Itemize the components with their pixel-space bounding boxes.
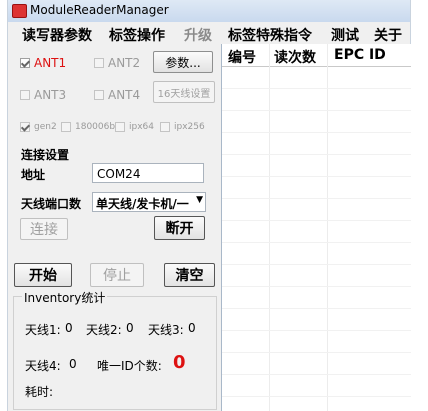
column-divider [269, 44, 270, 411]
ipx256-label: ipx256 [174, 122, 205, 132]
address-input[interactable]: COM24 [92, 163, 204, 183]
address-label: 地址 [21, 168, 46, 182]
disconnect-button[interactable]: 断开 [154, 216, 205, 240]
row-divider [222, 374, 411, 375]
checkbox-box[interactable] [94, 90, 104, 100]
row-divider [222, 396, 411, 397]
ipx64-checkbox[interactable]: ipx64 [115, 122, 154, 132]
checkbox-box[interactable] [61, 122, 71, 132]
ipx64-label: ipx64 [129, 122, 154, 132]
ipx256-checkbox[interactable]: ipx256 [160, 122, 205, 132]
menu-bar: 读写器参数 标签操作 升级 标签特殊指令 测试 关于 [8, 22, 410, 44]
ant16-settings-button[interactable]: 16天线设置 [153, 81, 215, 103]
window-title: ModuleReaderManager [30, 3, 169, 17]
ant4-label: ANT4 [108, 88, 141, 102]
checkbox-box[interactable] [94, 58, 104, 68]
row-divider [222, 176, 411, 177]
ant2-label: ANT2 [108, 56, 141, 70]
checkbox-box[interactable] [20, 58, 30, 68]
checkbox-box[interactable] [115, 122, 125, 132]
ant1-label: ANT1 [34, 56, 67, 70]
row-divider [222, 198, 411, 199]
180006b-label: 180006b [75, 122, 116, 132]
ant3-label: ANT3 [34, 88, 67, 102]
row-divider [222, 132, 411, 133]
menu-test[interactable]: 测试 [331, 25, 359, 45]
checkbox-box[interactable] [20, 90, 30, 100]
checkbox-box[interactable] [20, 122, 30, 132]
ant3-count-value: 0 [188, 321, 196, 335]
clear-button[interactable]: 清空 [164, 263, 215, 287]
row-divider [222, 330, 411, 331]
gen2-label: gen2 [34, 122, 57, 132]
ant1-count-value: 0 [65, 321, 73, 335]
row-divider [222, 264, 411, 265]
table-header: 编号 读次数 EPC ID [222, 44, 411, 67]
gen2-checkbox[interactable]: gen2 [20, 122, 57, 132]
ant1-count-label: 天线1: [25, 323, 61, 337]
ant1-checkbox[interactable]: ANT1 [20, 56, 66, 70]
ant4-count-label: 天线4: [25, 359, 61, 373]
column-divider [327, 44, 328, 411]
menu-tag-special-commands[interactable]: 标签特殊指令 [228, 25, 312, 45]
antenna-port-value: 单天线/发卡机/一 [96, 197, 189, 211]
control-panel: ANT1 ANT2 参数... ANT3 ANT4 16天线设置 gen2 18… [8, 44, 220, 411]
menu-about[interactable]: 关于 [374, 25, 402, 45]
params-button[interactable]: 参数... [153, 51, 213, 73]
unique-id-count: 0 [173, 352, 186, 373]
antenna-port-label: 天线端口数 [21, 197, 82, 211]
column-header-epc-id[interactable]: EPC ID [334, 47, 386, 63]
column-header-read-count[interactable]: 读次数 [274, 47, 316, 67]
ant2-checkbox[interactable]: ANT2 [94, 56, 140, 70]
row-divider [222, 352, 411, 353]
row-divider [222, 242, 411, 243]
180006b-checkbox[interactable]: 180006b [61, 122, 115, 132]
row-divider [222, 88, 411, 89]
inventory-stats-group: Inventory统计 天线1: 0 天线2: 0 天线3: 0 天线4: 0 … [13, 289, 217, 410]
row-divider [222, 110, 411, 111]
elapsed-time-label: 耗时: [25, 385, 54, 399]
title-bar: ModuleReaderManager [8, 0, 410, 23]
stop-button[interactable]: 停止 [90, 263, 144, 287]
app-window: ModuleReaderManager 读写器参数 标签操作 升级 标签特殊指令… [7, 0, 411, 411]
ant2-count-value: 0 [126, 321, 134, 335]
dropdown-arrow-icon[interactable]: ▼ [196, 195, 203, 205]
ant2-count-label: 天线2: [86, 323, 122, 337]
row-divider [222, 286, 411, 287]
connect-button[interactable]: 连接 [20, 218, 68, 240]
ant4-count-value: 0 [69, 357, 77, 371]
start-button[interactable]: 开始 [14, 263, 72, 287]
ant4-checkbox[interactable]: ANT4 [94, 88, 140, 102]
row-divider [222, 308, 411, 309]
menu-upgrade[interactable]: 升级 [184, 25, 212, 45]
inventory-stats-title: Inventory统计 [22, 289, 108, 306]
column-header-number[interactable]: 编号 [228, 47, 256, 67]
menu-reader-params[interactable]: 读写器参数 [22, 25, 92, 45]
row-divider [222, 220, 411, 221]
connection-section-title: 连接设置 [21, 148, 70, 162]
app-icon [12, 4, 27, 18]
ant3-count-label: 天线3: [148, 323, 184, 337]
ant3-checkbox[interactable]: ANT3 [20, 88, 66, 102]
antenna-port-select[interactable]: 单天线/发卡机/一 ▼ [92, 192, 206, 212]
row-divider [222, 154, 411, 155]
checkbox-box[interactable] [160, 122, 170, 132]
tag-results-table[interactable]: 编号 读次数 EPC ID [221, 44, 411, 411]
menu-tag-operations[interactable]: 标签操作 [109, 25, 165, 45]
unique-id-label: 唯一ID个数: [97, 359, 162, 373]
